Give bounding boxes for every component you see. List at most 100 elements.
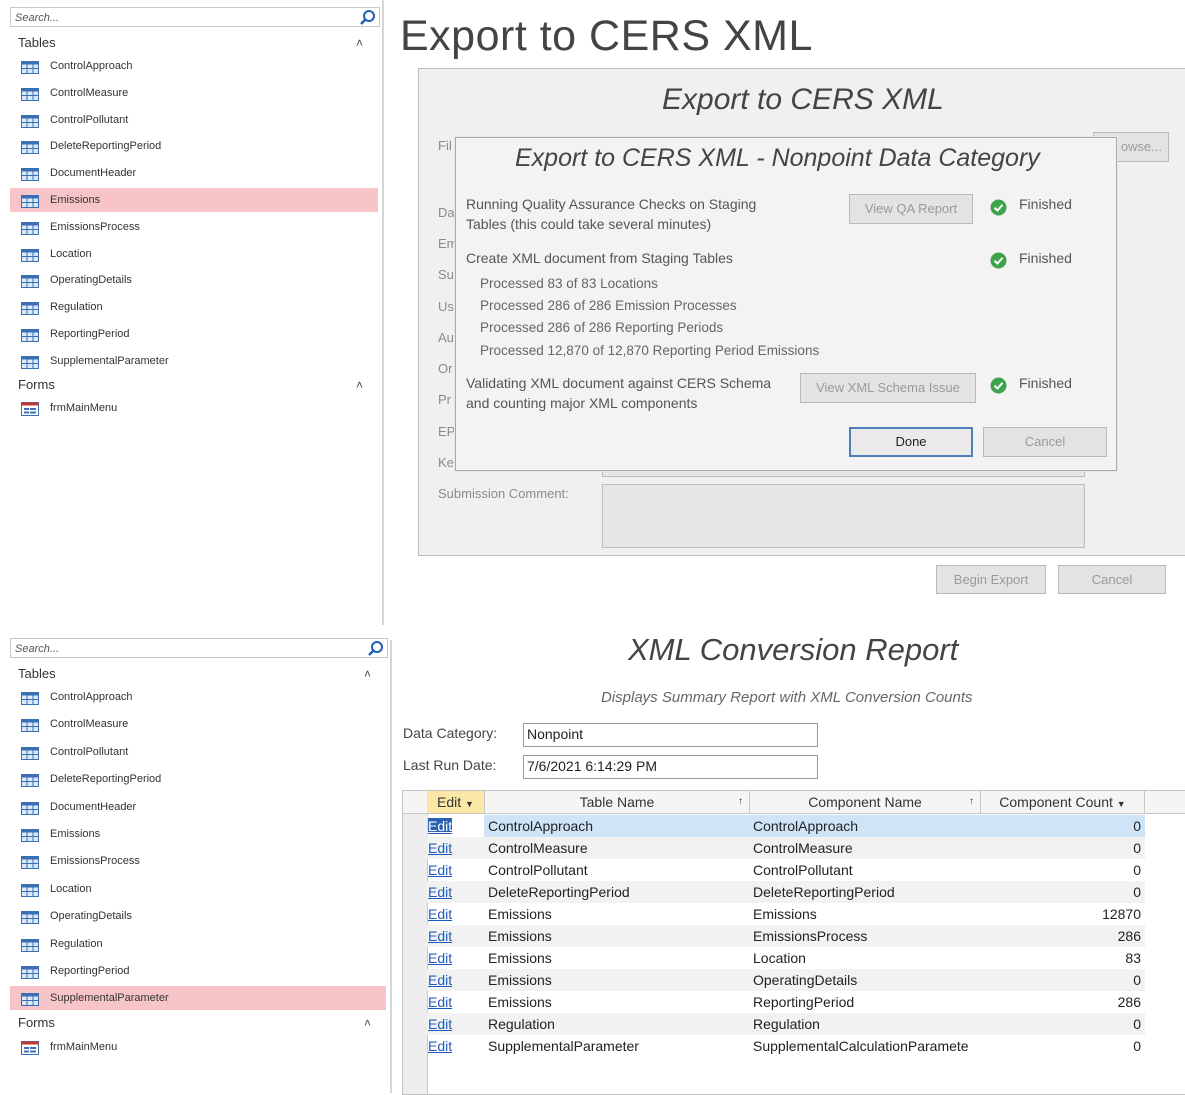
nav-table-item[interactable]: OperatingDetails <box>10 268 378 292</box>
table-row[interactable]: Edit Emissions Location 83 <box>427 947 1145 969</box>
search-icon[interactable] <box>359 9 377 26</box>
double-chevron-up-icon[interactable]: ˄ <box>356 378 363 392</box>
nav-table-item[interactable]: ControlApproach <box>10 685 386 709</box>
data-category-field[interactable]: Nonpoint <box>523 723 818 747</box>
table-name-cell[interactable]: Emissions <box>488 969 748 991</box>
forms-group-header[interactable]: Forms <box>18 1015 55 1030</box>
nav-table-item[interactable]: EmissionsProcess <box>10 849 386 873</box>
nav-search-input[interactable]: Search... <box>10 638 388 658</box>
done-button[interactable]: Done <box>849 427 973 457</box>
component-count-cell[interactable]: 0 <box>983 837 1141 859</box>
column-header-edit[interactable]: Edit ▼ <box>427 791 485 813</box>
table-name-cell[interactable]: Emissions <box>488 991 748 1013</box>
edit-link[interactable]: Edit <box>428 818 453 834</box>
component-name-cell[interactable]: Regulation <box>753 1013 979 1035</box>
nav-search-input[interactable]: Search... <box>10 7 380 27</box>
nav-table-item[interactable]: ControlMeasure <box>10 81 378 105</box>
table-name-cell[interactable]: Emissions <box>488 925 748 947</box>
edit-link[interactable]: Edit <box>428 840 452 856</box>
nav-table-item[interactable]: DeleteReportingPeriod <box>10 134 378 158</box>
nav-table-item[interactable]: Regulation <box>10 295 378 319</box>
nav-table-item[interactable]: ControlPollutant <box>10 108 378 132</box>
search-icon[interactable] <box>367 640 385 657</box>
table-name-cell[interactable]: ControlMeasure <box>488 837 748 859</box>
edit-link[interactable]: Edit <box>428 862 452 878</box>
table-row[interactable]: Edit Regulation Regulation 0 <box>427 1013 1145 1035</box>
component-name-cell[interactable]: Location <box>753 947 979 969</box>
submission-comment-field[interactable] <box>602 484 1085 548</box>
sort-dropdown-icon[interactable]: ↑ <box>738 791 743 813</box>
component-count-cell[interactable]: 0 <box>983 969 1141 991</box>
pane-divider[interactable] <box>390 640 392 1093</box>
edit-link[interactable]: Edit <box>428 906 452 922</box>
component-name-cell[interactable]: ControlApproach <box>753 815 979 837</box>
nav-table-item[interactable]: DocumentHeader <box>10 795 386 819</box>
component-name-cell[interactable]: EmissionsProcess <box>753 925 979 947</box>
edit-link[interactable]: Edit <box>428 972 452 988</box>
table-row[interactable]: Edit Emissions OperatingDetails 0 <box>427 969 1145 991</box>
view-qa-report-button[interactable]: View QA Report <box>849 194 973 224</box>
table-row[interactable]: Edit ControlPollutant ControlPollutant 0 <box>427 859 1145 881</box>
sort-dropdown-icon[interactable]: ▼ <box>1117 799 1126 809</box>
nav-form-item[interactable]: frmMainMenu <box>10 1035 386 1059</box>
column-header-component-count[interactable]: Component Count ▼ <box>981 791 1145 813</box>
component-count-cell[interactable]: 286 <box>983 991 1141 1013</box>
table-name-cell[interactable]: DeleteReportingPeriod <box>488 881 748 903</box>
table-row[interactable]: Edit Emissions EmissionsProcess 286 <box>427 925 1145 947</box>
table-name-cell[interactable]: Regulation <box>488 1013 748 1035</box>
table-row[interactable]: Edit DeleteReportingPeriod DeleteReporting… <box>427 881 1145 903</box>
component-name-cell[interactable]: SupplementalCalculationParamete <box>753 1035 979 1057</box>
sort-dropdown-icon[interactable]: ▼ <box>465 799 474 809</box>
component-name-cell[interactable]: ControlPollutant <box>753 859 979 881</box>
nav-table-item[interactable]: ReportingPeriod <box>10 959 386 983</box>
component-count-cell[interactable]: 0 <box>983 859 1141 881</box>
edit-link[interactable]: Edit <box>428 1038 452 1054</box>
double-chevron-up-icon[interactable]: ˄ <box>364 667 371 681</box>
sort-dropdown-icon[interactable]: ↑ <box>969 791 974 813</box>
dialog-cancel-button[interactable]: Cancel <box>983 427 1107 457</box>
component-count-cell[interactable]: 0 <box>983 815 1141 837</box>
nav-table-item[interactable]: DocumentHeader <box>10 161 378 185</box>
nav-table-item[interactable]: SupplementalParameter <box>10 986 386 1011</box>
component-count-cell[interactable]: 12870 <box>983 903 1141 925</box>
edit-link[interactable]: Edit <box>428 1016 452 1032</box>
component-name-cell[interactable]: OperatingDetails <box>753 969 979 991</box>
nav-table-item[interactable]: Emissions <box>10 188 378 212</box>
nav-table-item[interactable]: EmissionsProcess <box>10 215 378 239</box>
table-row[interactable]: Edit Emissions ReportingPeriod 286 <box>427 991 1145 1013</box>
pane-divider[interactable] <box>382 0 384 625</box>
component-count-cell[interactable]: 0 <box>983 1035 1141 1057</box>
nav-table-item[interactable]: Location <box>10 877 386 901</box>
table-row[interactable]: Edit ControlApproach ControlApproach 0 <box>427 815 1145 837</box>
nav-table-item[interactable]: Regulation <box>10 932 386 956</box>
nav-table-item[interactable]: ReportingPeriod <box>10 322 378 346</box>
table-name-cell[interactable]: ControlApproach <box>488 815 748 837</box>
nav-table-item[interactable]: OperatingDetails <box>10 904 386 928</box>
nav-table-item[interactable]: Location <box>10 242 378 266</box>
component-count-cell[interactable]: 286 <box>983 925 1141 947</box>
component-name-cell[interactable]: DeleteReportingPeriod <box>753 881 979 903</box>
nav-table-item[interactable]: ControlPollutant <box>10 740 386 764</box>
nav-form-item[interactable]: frmMainMenu <box>10 396 378 420</box>
table-name-cell[interactable]: SupplementalParameter <box>488 1035 748 1057</box>
component-name-cell[interactable]: ControlMeasure <box>753 837 979 859</box>
table-row[interactable]: Edit Emissions Emissions 12870 <box>427 903 1145 925</box>
nav-table-item[interactable]: Emissions <box>10 822 386 846</box>
view-xml-schema-issue-button[interactable]: View XML Schema Issue <box>800 373 976 403</box>
table-row[interactable]: Edit SupplementalParameter SupplementalCal… <box>427 1035 1145 1057</box>
component-name-cell[interactable]: ReportingPeriod <box>753 991 979 1013</box>
tables-group-header[interactable]: Tables <box>18 666 56 681</box>
edit-link[interactable]: Edit <box>428 884 452 900</box>
table-name-cell[interactable]: Emissions <box>488 903 748 925</box>
edit-link[interactable]: Edit <box>428 928 452 944</box>
nav-table-item[interactable]: DeleteReportingPeriod <box>10 767 386 791</box>
nav-table-item[interactable]: ControlMeasure <box>10 712 386 736</box>
edit-link[interactable]: Edit <box>428 994 452 1010</box>
component-count-cell[interactable]: 83 <box>983 947 1141 969</box>
table-row[interactable]: Edit ControlMeasure ControlMeasure 0 <box>427 837 1145 859</box>
column-header-table-name[interactable]: Table Name ↑ <box>485 791 750 813</box>
last-run-date-field[interactable]: 7/6/2021 6:14:29 PM <box>523 755 818 779</box>
component-name-cell[interactable]: Emissions <box>753 903 979 925</box>
edit-link[interactable]: Edit <box>428 950 452 966</box>
forms-group-header[interactable]: Forms <box>18 377 55 392</box>
